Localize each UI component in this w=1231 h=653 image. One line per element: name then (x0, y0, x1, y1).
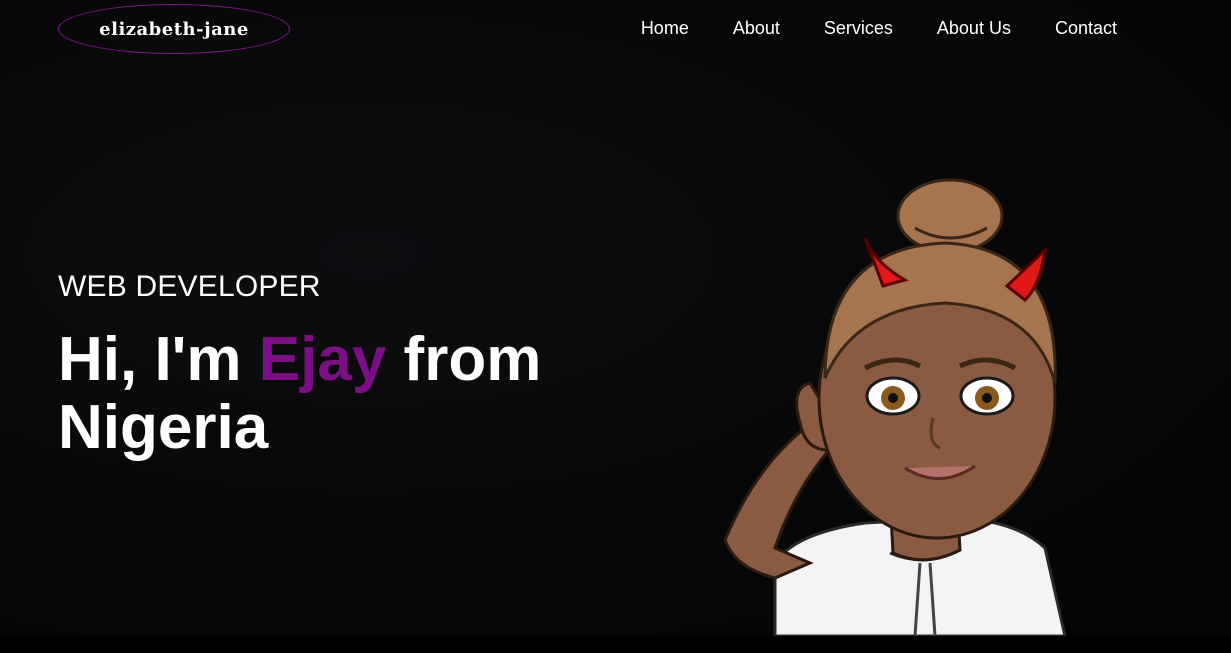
avatar-icon (723, 178, 1067, 636)
nav-item-contact[interactable]: Contact (1055, 18, 1117, 38)
logo-button[interactable]: elizabeth-jane (58, 4, 290, 54)
hero-headline: Hi, I'm Ejay from Nigeria (58, 326, 578, 462)
hero-name: Ejay (258, 325, 387, 394)
nav-item-home[interactable]: Home (641, 18, 689, 38)
nav-item-about-us[interactable]: About Us (937, 18, 1011, 38)
main-nav: Home About Services About Us Contact (597, 18, 1117, 38)
bottom-bar (0, 636, 1231, 653)
nav-item-about[interactable]: About (733, 18, 780, 38)
hero-greeting: Hi, I'm (58, 325, 259, 394)
page: elizabeth-jane Home About Services About… (0, 0, 1231, 636)
logo-text: elizabeth-jane (99, 18, 249, 40)
hero-subtitle: WEB DEVELOPER (58, 270, 321, 303)
nav-item-services[interactable]: Services (824, 18, 893, 38)
